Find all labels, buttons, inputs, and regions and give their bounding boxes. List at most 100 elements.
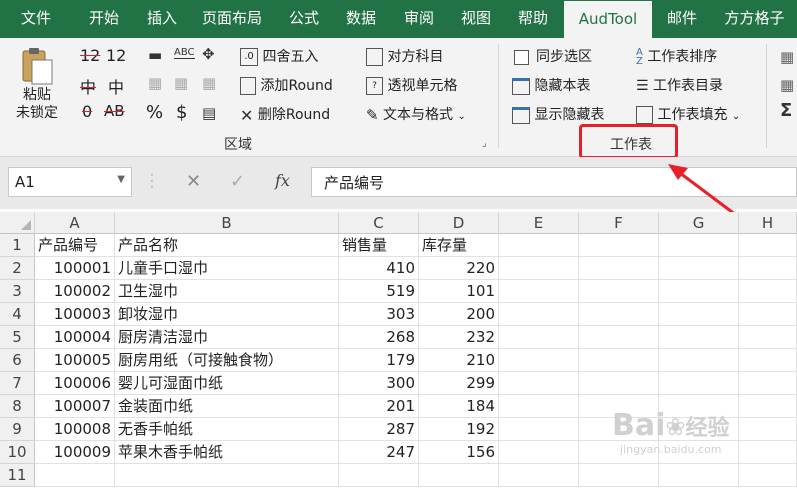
cell-a6[interactable]: 100005 — [35, 349, 115, 372]
column-header-c[interactable]: C — [339, 212, 419, 234]
cell-d9[interactable]: 192 — [419, 418, 499, 441]
cell-e7[interactable] — [499, 372, 579, 395]
tab-insert[interactable]: 插入 — [136, 0, 188, 38]
cell-f11[interactable] — [579, 464, 659, 487]
column-header-e[interactable]: E — [499, 212, 579, 234]
cell-h2[interactable] — [739, 257, 797, 280]
move-icon[interactable]: ✥ — [202, 45, 215, 63]
tab-view[interactable]: 视图 — [448, 0, 504, 38]
cell-a4[interactable]: 100003 — [35, 303, 115, 326]
cell-a11[interactable] — [35, 464, 115, 487]
cell-f6[interactable] — [579, 349, 659, 372]
column-header-g[interactable]: G — [659, 212, 739, 234]
cell-d3[interactable]: 101 — [419, 280, 499, 303]
cell-e11[interactable] — [499, 464, 579, 487]
counter-account-button[interactable]: 对方科目 — [366, 46, 443, 66]
cell-c2[interactable]: 410 — [339, 257, 419, 280]
cell-g11[interactable] — [659, 464, 739, 487]
grid3-icon[interactable]: ▦ — [202, 74, 216, 92]
cell-a10[interactable]: 100009 — [35, 441, 115, 464]
cell-e4[interactable] — [499, 303, 579, 326]
cell-f7[interactable] — [579, 372, 659, 395]
cell-g5[interactable] — [659, 326, 739, 349]
cell-a7[interactable]: 100006 — [35, 372, 115, 395]
hide-sheet-button[interactable]: 隐藏本表 — [512, 75, 590, 95]
cell-a9[interactable]: 100008 — [35, 418, 115, 441]
cell-e3[interactable] — [499, 280, 579, 303]
cell-d7[interactable]: 299 — [419, 372, 499, 395]
tab-data[interactable]: 数据 — [332, 0, 390, 38]
show-hidden-button[interactable]: 显示隐藏表 — [512, 104, 604, 124]
tab-file[interactable]: 文件 — [0, 0, 72, 38]
row-header[interactable]: 7 — [0, 372, 35, 395]
cell-e9[interactable] — [499, 418, 579, 441]
cell-b11[interactable] — [115, 464, 339, 487]
cell-e6[interactable] — [499, 349, 579, 372]
cell-f5[interactable] — [579, 326, 659, 349]
cell-h6[interactable] — [739, 349, 797, 372]
calendar-icon[interactable]: ▤ — [202, 104, 216, 122]
cell-h11[interactable] — [739, 464, 797, 487]
cell-g2[interactable] — [659, 257, 739, 280]
cell-c10[interactable]: 247 — [339, 441, 419, 464]
cell-b3[interactable]: 卫生湿巾 — [115, 280, 339, 303]
abc-icon[interactable]: ABC — [174, 47, 195, 59]
cell-b7[interactable]: 婴儿可湿面巾纸 — [115, 372, 339, 395]
cell-f2[interactable] — [579, 257, 659, 280]
remove-zero-button[interactable]: 0 — [82, 102, 92, 121]
cell-b8[interactable]: 金装面巾纸 — [115, 395, 339, 418]
cell-g4[interactable] — [659, 303, 739, 326]
cell-d10[interactable]: 156 — [419, 441, 499, 464]
keep-chinese-button[interactable]: 中 — [108, 74, 124, 98]
drag-handle-icon[interactable]: · · · — [150, 169, 154, 193]
percent-format-button[interactable]: % — [146, 102, 163, 123]
cell-h3[interactable] — [739, 280, 797, 303]
column-header-h[interactable]: H — [739, 212, 797, 234]
add-round-button[interactable]: 添加Round — [240, 75, 333, 95]
tab-help[interactable]: 帮助 — [504, 0, 562, 38]
cell-f4[interactable] — [579, 303, 659, 326]
insert-function-icon[interactable]: fx — [275, 171, 290, 190]
cell-h7[interactable] — [739, 372, 797, 395]
tab-fangfang[interactable]: 方方格子 — [712, 0, 797, 38]
cell-f1[interactable] — [579, 234, 659, 257]
cell-c3[interactable]: 519 — [339, 280, 419, 303]
row-header[interactable]: 6 — [0, 349, 35, 372]
cell-e10[interactable] — [499, 441, 579, 464]
sync-select-checkbox[interactable] — [514, 50, 529, 65]
cell-c5[interactable]: 268 — [339, 326, 419, 349]
row-header[interactable]: 1 — [0, 234, 35, 257]
cell-e2[interactable] — [499, 257, 579, 280]
column-header-a[interactable]: A — [35, 212, 115, 234]
select-all-corner[interactable] — [0, 212, 35, 234]
tab-formulas[interactable]: 公式 — [276, 0, 332, 38]
remove-chinese-button[interactable]: 中 — [80, 74, 96, 98]
text-format-button[interactable]: ✎ 文本与格式 ⌄ — [366, 104, 466, 124]
cell-d2[interactable]: 220 — [419, 257, 499, 280]
cell-h1[interactable] — [739, 234, 797, 257]
remove-decimals-button[interactable]: 12 — [80, 46, 100, 65]
cell-a2[interactable]: 100001 — [35, 257, 115, 280]
cell-a1[interactable]: 产品编号 — [35, 234, 115, 257]
cell-d5[interactable]: 232 — [419, 326, 499, 349]
cell-d6[interactable]: 210 — [419, 349, 499, 372]
tab-mail[interactable]: 邮件 — [652, 0, 712, 38]
cell-c1[interactable]: 销售量 — [339, 234, 419, 257]
cell-e8[interactable] — [499, 395, 579, 418]
keep-number-button[interactable]: 12 — [106, 46, 126, 65]
cell-c4[interactable]: 303 — [339, 303, 419, 326]
paste-unlocked-button[interactable]: 粘贴 未锁定 — [10, 46, 64, 122]
grid2-icon[interactable]: ▦ — [174, 74, 188, 92]
row-header[interactable]: 9 — [0, 418, 35, 441]
cell-a3[interactable]: 100002 — [35, 280, 115, 303]
row-header[interactable]: 4 — [0, 303, 35, 326]
row-header[interactable]: 3 — [0, 280, 35, 303]
delete-round-button[interactable]: ✕ 删除Round — [240, 104, 330, 125]
align-icon[interactable]: ▬ — [148, 46, 162, 64]
cell-a8[interactable]: 100007 — [35, 395, 115, 418]
confirm-icon[interactable]: ✓ — [230, 171, 245, 192]
cell-b5[interactable]: 厨房清洁湿巾 — [115, 326, 339, 349]
row-header[interactable]: 5 — [0, 326, 35, 349]
cell-d8[interactable]: 184 — [419, 395, 499, 418]
cell-h8[interactable] — [739, 395, 797, 418]
